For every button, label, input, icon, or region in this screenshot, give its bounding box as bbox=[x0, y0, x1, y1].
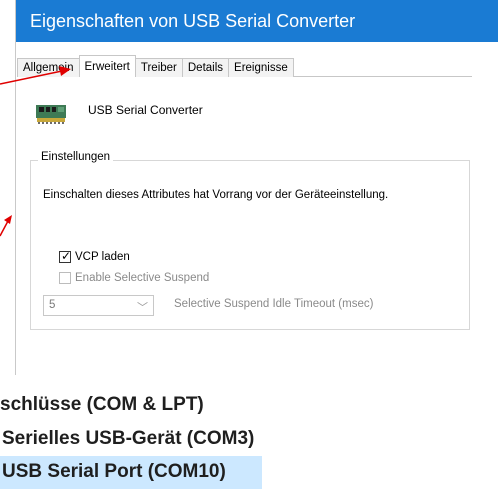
vcp-label: VCP laden bbox=[75, 251, 130, 263]
tab-ereignisse[interactable]: Ereignisse bbox=[228, 58, 294, 77]
timeout-label: Selective Suspend Idle Timeout (msec) bbox=[174, 298, 374, 310]
chevron-down-icon: ﹀ bbox=[137, 302, 148, 314]
vcp-checkbox-row[interactable]: ✓ VCP laden bbox=[59, 249, 130, 263]
suspend-checkbox-row[interactable]: Enable Selective Suspend bbox=[59, 272, 209, 284]
window-title: Eigenschaften von USB Serial Converter bbox=[16, 0, 498, 42]
tab-details[interactable]: Details bbox=[181, 58, 230, 77]
tab-strip: Allgemein Erweitert Treiber Details Erei… bbox=[17, 55, 294, 77]
checkmark-icon: ✓ bbox=[61, 249, 72, 263]
list-item-com10[interactable]: USB Serial Port (COM10) bbox=[2, 461, 226, 483]
list-item-com3[interactable]: Serielles USB-Gerät (COM3) bbox=[2, 428, 254, 450]
tab-allgemein[interactable]: Allgemein bbox=[17, 58, 80, 77]
screenshot: Eigenschaften von USB Serial Converter A… bbox=[0, 0, 498, 496]
vcp-checkbox[interactable]: ✓ bbox=[59, 249, 72, 263]
settings-group-title: Einstellungen bbox=[38, 151, 114, 163]
tab-erweitert[interactable]: Erweitert bbox=[78, 55, 136, 77]
device-name: USB Serial Converter bbox=[88, 103, 203, 117]
tab-treiber[interactable]: Treiber bbox=[134, 58, 183, 77]
suspend-checkbox[interactable] bbox=[59, 272, 71, 284]
timeout-select[interactable]: 5 ﹀ bbox=[43, 295, 154, 316]
arrowhead-lower-icon bbox=[4, 215, 12, 224]
list-item-ports-category[interactable]: schlüsse (COM & LPT) bbox=[0, 394, 204, 416]
timeout-value: 5 bbox=[49, 299, 56, 311]
suspend-label: Enable Selective Suspend bbox=[75, 272, 210, 284]
arrow-line-lower bbox=[0, 220, 9, 237]
network-card-icon bbox=[36, 105, 66, 124]
settings-description: Einschalten dieses Attributes hat Vorran… bbox=[43, 189, 389, 201]
